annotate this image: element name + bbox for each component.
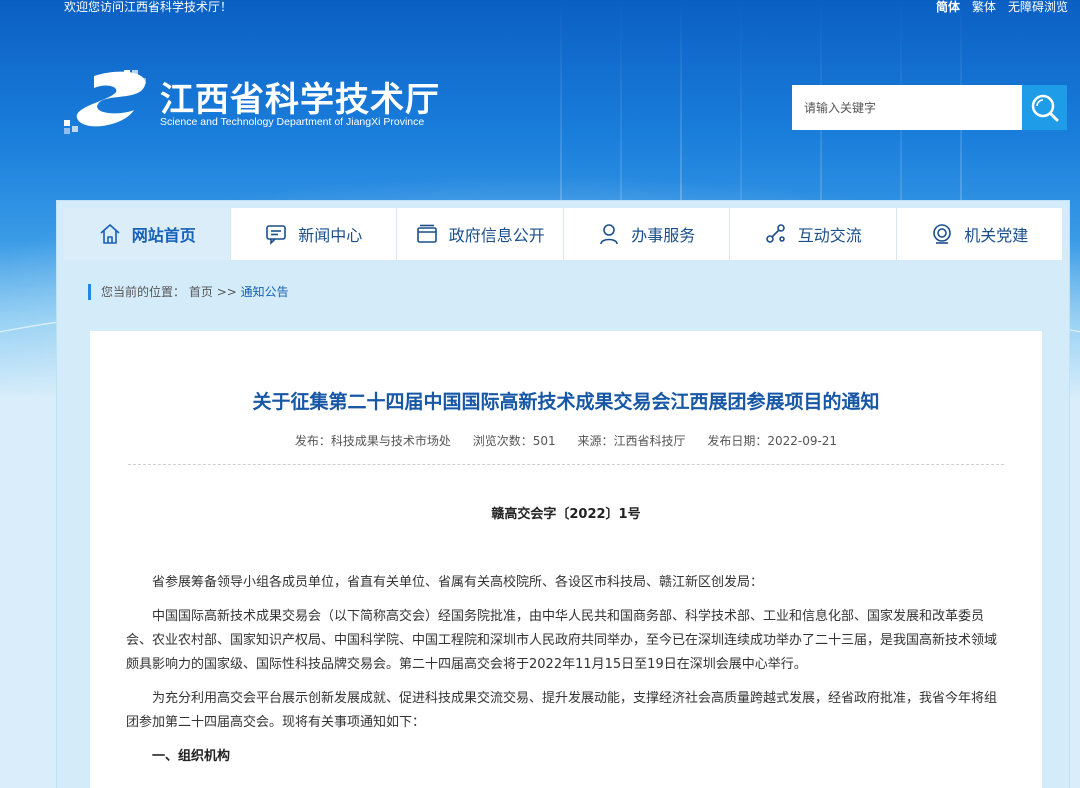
nav-label: 机关党建 (964, 226, 1029, 245)
breadcrumb: 您当前的位置： 首页 >> 通知公告 (88, 284, 289, 300)
search-box (792, 85, 1067, 130)
article-meta: 发布：科技成果与技术市场处 浏览次数：501 来源：江西省科技厅 发布日期：20… (90, 432, 1042, 449)
breadcrumb-home-link[interactable]: 首页 (189, 285, 213, 299)
section-heading: 一、组织机构 (152, 749, 231, 764)
traditional-chinese-link[interactable]: 繁体 (972, 0, 996, 14)
search-icon (1031, 94, 1058, 121)
nav-label: 办事服务 (631, 226, 696, 245)
article-publisher: 发布：科技成果与技术市场处 (294, 434, 451, 448)
article-paragraph: 省参展筹备领导小组各成员单位，省直有关单位、省属有关高校院所、各设区市科技局、赣… (152, 575, 764, 590)
top-bar: 欢迎您访问江西省科学技术厅！ 简体 繁体 无障碍浏览 (0, 0, 1080, 16)
document-number: 赣高交会字〔2022〕1号 (491, 507, 641, 522)
search-button[interactable] (1022, 85, 1067, 130)
article-panel: 关于征集第二十四届中国国际高新技术成果交易会江西展团参展项目的通知 发布：科技成… (90, 331, 1042, 788)
breadcrumb-separator: >> (216, 285, 237, 299)
badge-icon (933, 224, 952, 244)
nav-label: 新闻中心 (298, 226, 363, 245)
top-links: 简体 繁体 无障碍浏览 (936, 0, 1068, 14)
article-paragraph: 中国国际高新技术成果交易会（以下简称高交会）经国务院批准，由中华人民共和国商务部… (126, 609, 998, 672)
site-name-cn: 江西省科学技术厅 (160, 80, 440, 120)
site-name-en: Science and Technology Department of Jia… (160, 116, 425, 128)
nav-label: 网站首页 (131, 226, 196, 245)
folder-icon (416, 224, 437, 243)
user-icon (600, 224, 619, 245)
simplified-chinese-link[interactable]: 简体 (936, 0, 960, 14)
welcome-text: 欢迎您访问江西省科学技术厅！ (64, 0, 233, 14)
message-icon (266, 225, 287, 245)
article-title: 关于征集第二十四届中国国际高新技术成果交易会江西展团参展项目的通知 (252, 391, 880, 413)
article-date: 发布日期：2022-09-21 (707, 434, 838, 448)
nav-label: 互动交流 (797, 226, 862, 245)
nav-item-gov-info[interactable]: 政府信息公开 (397, 208, 564, 260)
nav-item-home[interactable]: 网站首页 (64, 208, 231, 260)
article-source: 来源：江西省科技厅 (577, 434, 686, 448)
nav-item-services[interactable]: 办事服务 (564, 208, 730, 260)
nav-label: 政府信息公开 (448, 226, 545, 245)
search-input[interactable] (792, 85, 1022, 130)
share-icon (765, 224, 785, 243)
breadcrumb-current-link[interactable]: 通知公告 (241, 285, 289, 299)
meta-divider (128, 464, 1004, 465)
main-nav: 网站首页 新闻中心 政府信息公开 办事服务 互动交流 机关党建 (64, 208, 1062, 260)
article-paragraph: 为充分利用高交会平台展示创新发展成就、促进科技成果交流交易、提升发展动能，支撑经… (126, 691, 998, 730)
nav-item-news[interactable]: 新闻中心 (231, 208, 397, 260)
article-body: 省参展筹备领导小组各成员单位，省直有关单位、省属有关高校院所、各设区市科技局、赣… (126, 571, 1006, 779)
nav-item-party[interactable]: 机关党建 (897, 208, 1063, 260)
accessibility-link[interactable]: 无障碍浏览 (1008, 0, 1068, 14)
nav-item-interaction[interactable]: 互动交流 (730, 208, 897, 260)
site-logo[interactable]: 江西省科学技术厅 Science and Technology Departme… (64, 66, 444, 136)
department-logo-icon (64, 70, 146, 134)
breadcrumb-prefix: 您当前的位置： (101, 285, 186, 299)
home-icon (100, 224, 120, 244)
article-views: 浏览次数：501 (472, 434, 556, 448)
